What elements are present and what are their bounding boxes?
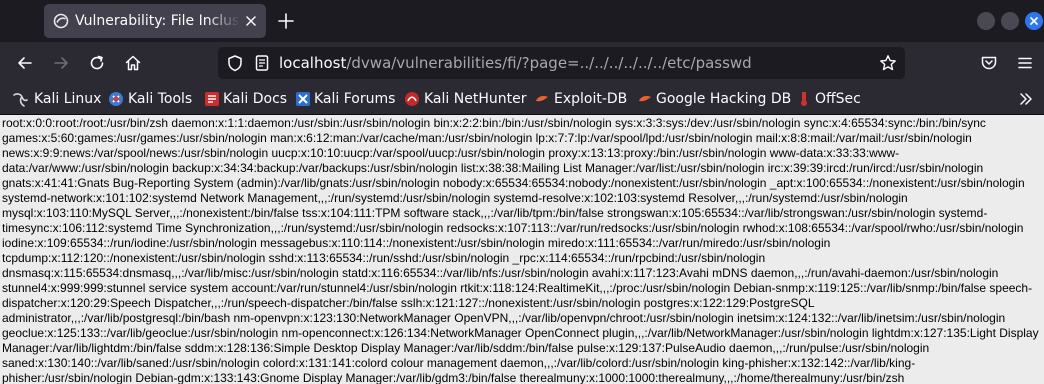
bookmark-label: Kali Forums [314, 91, 396, 107]
url-path: /dvwa/vulnerabilities/fi/?page=../../../… [346, 54, 752, 72]
kali-tools-icon [108, 91, 124, 107]
bookmark-star-icon[interactable] [879, 54, 897, 72]
dvwa-favicon-icon [53, 13, 69, 29]
navigation-bar: localhost/dvwa/vulnerabilities/fi/?page=… [0, 42, 1044, 84]
pocket-icon[interactable] [980, 54, 998, 72]
nethunter-icon [404, 91, 420, 107]
bookmark-label: Kali Tools [128, 91, 193, 107]
kali-docs-icon [204, 91, 220, 107]
bookmark-label: Exploit-DB [554, 91, 628, 107]
bookmark-label: Kali NetHunter [424, 91, 527, 107]
bookmark-label: Kali Docs [223, 91, 288, 107]
home-icon[interactable] [124, 54, 142, 72]
page-content: root:x:0:0:root:/root:/usr/bin/zsh daemo… [0, 115, 1044, 384]
bookmark-label: OffSec [815, 91, 861, 107]
hamburger-menu-icon[interactable] [1016, 54, 1034, 72]
close-icon [1030, 17, 1038, 25]
minimize-button[interactable] [977, 12, 995, 30]
url-bar[interactable]: localhost/dvwa/vulnerabilities/fi/?page=… [218, 47, 905, 79]
offsec-icon [796, 91, 812, 107]
bookmark-label: Google Hacking DB [656, 91, 792, 107]
url-host: localhost [279, 54, 347, 72]
new-tab-plus-icon[interactable] [277, 12, 295, 30]
passwd-file-output: root:x:0:0:root:/root:/usr/bin/zsh daemo… [2, 116, 1039, 384]
tab-strip: Vulnerability: File Inclusion [0, 0, 1044, 42]
shield-icon[interactable] [226, 54, 244, 72]
back-arrow-icon[interactable] [16, 54, 34, 72]
kali-forums-icon [295, 91, 311, 107]
kali-dragon-icon [12, 91, 28, 107]
more-bookmarks-chevron-icon[interactable] [1018, 91, 1034, 107]
bookmarks-toolbar: Kali Linux Kali Tools Kali Docs Kali For… [0, 84, 1044, 115]
tab-close-icon[interactable] [242, 12, 260, 30]
url-text[interactable]: localhost/dvwa/vulnerabilities/fi/?page=… [279, 47, 752, 79]
tab-title: Vulnerability: File Inclusion [75, 13, 240, 29]
exploit-db-icon [534, 91, 550, 107]
page-info-icon[interactable] [253, 54, 271, 72]
close-window-button[interactable] [1025, 12, 1043, 30]
bookmark-label: Kali Linux [34, 91, 102, 107]
maximize-button[interactable] [1001, 12, 1019, 30]
ghdb-icon [637, 91, 653, 107]
tab-active[interactable]: Vulnerability: File Inclusion [44, 4, 266, 38]
forward-arrow-icon[interactable] [52, 54, 70, 72]
browser-window: Vulnerability: File Inclusion [0, 0, 1044, 384]
reload-icon[interactable] [88, 54, 106, 72]
